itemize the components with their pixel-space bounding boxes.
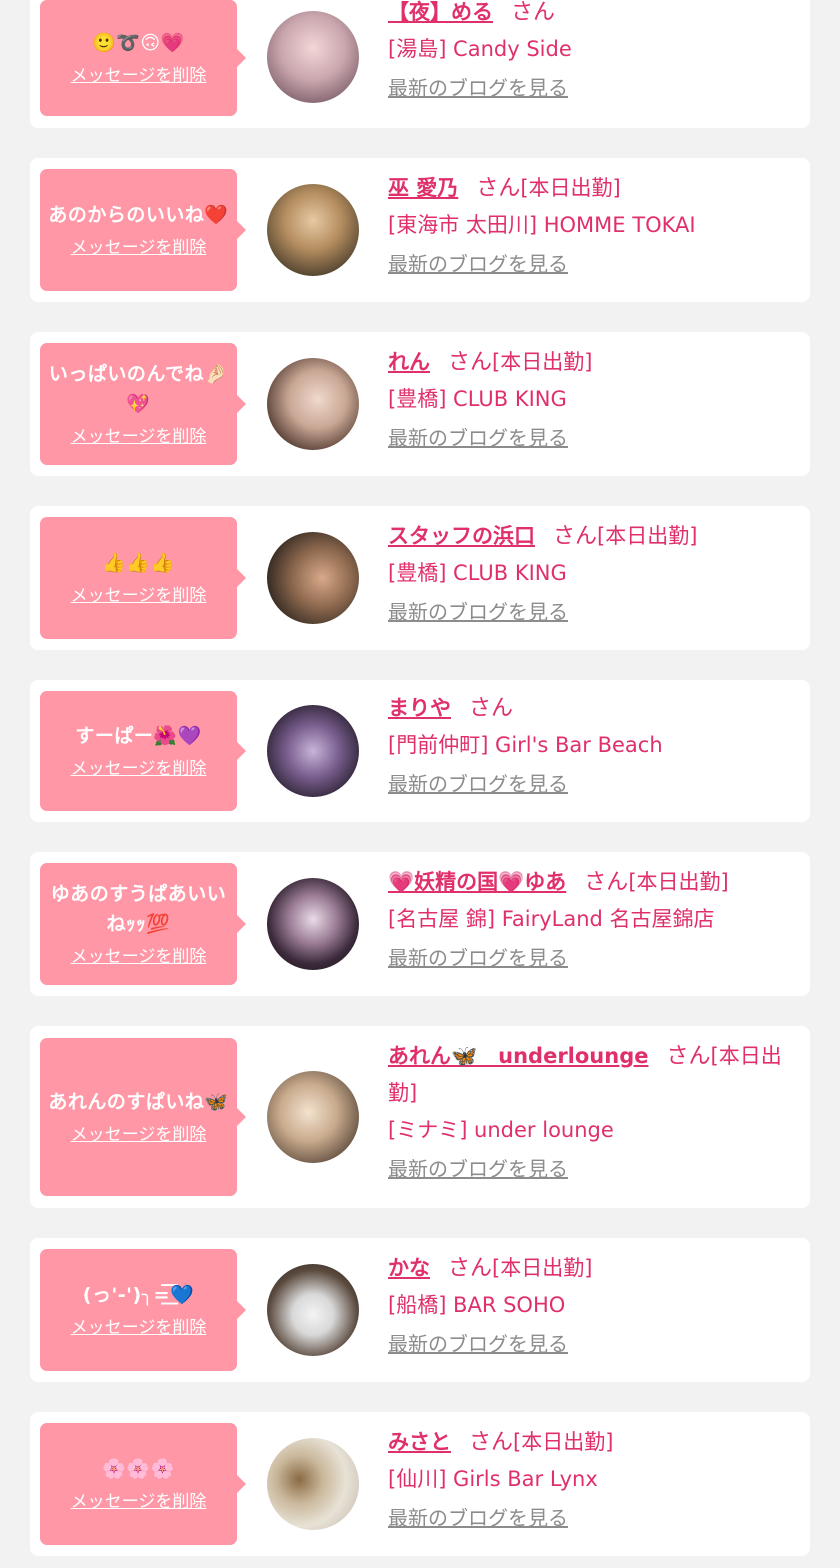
honorific: さん xyxy=(469,696,514,721)
avatar[interactable] xyxy=(267,878,359,970)
honorific: さん xyxy=(469,1430,514,1455)
avatar[interactable] xyxy=(267,1264,359,1356)
list-item: あれんのすぱいね🦋 メッセージを削除 あれん🦋 underlounge さん[本日… xyxy=(30,1026,810,1208)
delete-message-link[interactable]: メッセージを削除 xyxy=(71,945,207,969)
honorific: さん xyxy=(666,1044,711,1069)
latest-blog-link[interactable]: 最新のブログを見る xyxy=(388,249,798,279)
shop-name: [豊橋] CLUB KING xyxy=(388,561,567,585)
message-text: あのからのいいね❤️ xyxy=(48,204,229,226)
avatar[interactable] xyxy=(267,1438,359,1530)
message-bubble: 👍👍👍 メッセージを削除 xyxy=(40,517,246,639)
honorific: さん xyxy=(553,524,598,549)
latest-blog-link[interactable]: 最新のブログを見る xyxy=(388,597,798,627)
list-item: 🌸🌸🌸 メッセージを削除 みさと さん[本日出勤] [仙川] Girls Bar … xyxy=(30,1412,810,1556)
status-badge: [本日出勤] xyxy=(520,176,621,200)
latest-blog-link[interactable]: 最新のブログを見る xyxy=(388,1154,798,1184)
list-item: いっぱいのんでね🤌🏻💖 メッセージを削除 れん さん[本日出勤] [豊橋] CLU… xyxy=(30,332,810,476)
shop-name: [ミナミ] under lounge xyxy=(388,1118,614,1142)
status-badge: [本日出勤] xyxy=(628,870,729,894)
list-item: 🙂➰🙃💗 メッセージを削除 【夜】める さん [湯島] Candy Side 最新… xyxy=(30,0,810,128)
shop-name: [船橋] BAR SOHO xyxy=(388,1293,566,1317)
user-name-link[interactable]: 💗妖精の国💗ゆあ xyxy=(388,870,566,894)
delete-message-link[interactable]: メッセージを削除 xyxy=(71,1123,207,1147)
latest-blog-link[interactable]: 最新のブログを見る xyxy=(388,73,798,103)
list-item: ゆあのすうぱあいいねｯｯ💯 メッセージを削除 💗妖精の国💗ゆあ さん[本日出勤] … xyxy=(30,852,810,996)
shop-name: [東海市 太田川] HOMME TOKAI xyxy=(388,213,696,237)
status-badge: [本日出勤] xyxy=(597,524,698,548)
delete-message-link[interactable]: メッセージを削除 xyxy=(71,757,207,781)
latest-blog-link[interactable]: 最新のブログを見る xyxy=(388,423,798,453)
status-badge: [本日出勤] xyxy=(492,1256,593,1280)
delete-message-link[interactable]: メッセージを削除 xyxy=(71,64,207,88)
user-name-link[interactable]: スタッフの浜口 xyxy=(388,524,535,548)
latest-blog-link[interactable]: 最新のブログを見る xyxy=(388,943,798,973)
latest-blog-link[interactable]: 最新のブログを見る xyxy=(388,769,798,799)
delete-message-link[interactable]: メッセージを削除 xyxy=(71,584,207,608)
message-text: ゆあのすうぱあいいねｯｯ💯 xyxy=(50,883,227,935)
message-text: いっぱいのんでね🤌🏻💖 xyxy=(48,363,229,415)
message-bubble: すーぱー🌺💜 メッセージを削除 xyxy=(40,691,246,811)
avatar[interactable] xyxy=(267,358,359,450)
honorific: さん xyxy=(448,350,493,375)
user-name-link[interactable]: れん xyxy=(388,350,430,374)
delete-message-link[interactable]: メッセージを削除 xyxy=(71,236,207,260)
message-text: あれんのすぱいね🦋 xyxy=(48,1091,229,1113)
honorific: さん xyxy=(584,870,629,895)
message-bubble: 🌸🌸🌸 メッセージを削除 xyxy=(40,1423,246,1545)
latest-blog-link[interactable]: 最新のブログを見る xyxy=(388,1503,798,1533)
honorific: さん xyxy=(476,176,521,201)
message-text: (っ'-')╮=͟͟͞͞💙 xyxy=(82,1284,195,1306)
shop-name: [門前仲町] Girl's Bar Beach xyxy=(388,733,663,757)
avatar[interactable] xyxy=(267,184,359,276)
avatar[interactable] xyxy=(267,11,359,103)
delete-message-link[interactable]: メッセージを削除 xyxy=(71,1316,207,1340)
avatar[interactable] xyxy=(267,705,359,797)
user-name-link[interactable]: かな xyxy=(388,1256,430,1280)
list-item: あのからのいいね❤️ メッセージを削除 巫 愛乃 さん[本日出勤] [東海市 太田… xyxy=(30,158,810,302)
honorific: さん xyxy=(511,0,556,25)
shop-name: [仙川] Girls Bar Lynx xyxy=(388,1467,598,1491)
message-bubble: (っ'-')╮=͟͟͞͞💙 メッセージを削除 xyxy=(40,1249,246,1371)
user-name-link[interactable]: まりや xyxy=(388,696,451,720)
user-name-link[interactable]: みさと xyxy=(388,1430,451,1454)
message-bubble: 🙂➰🙃💗 メッセージを削除 xyxy=(40,0,246,116)
message-text: 👍👍👍 xyxy=(102,552,175,574)
status-badge: [本日出勤] xyxy=(492,350,593,374)
status-badge: [本日出勤] xyxy=(513,1430,614,1454)
list-item: 👍👍👍 メッセージを削除 スタッフの浜口 さん[本日出勤] [豊橋] CLUB K… xyxy=(30,506,810,650)
honorific: さん xyxy=(448,1256,493,1281)
message-text: すーぱー🌺💜 xyxy=(75,725,202,747)
list-item: すーぱー🌺💜 メッセージを削除 まりや さん [門前仲町] Girl's Bar … xyxy=(30,680,810,822)
delete-message-link[interactable]: メッセージを削除 xyxy=(71,1490,207,1514)
user-name-link[interactable]: 巫 愛乃 xyxy=(388,176,458,200)
latest-blog-link[interactable]: 最新のブログを見る xyxy=(388,1329,798,1359)
avatar[interactable] xyxy=(267,1071,359,1163)
message-bubble: ゆあのすうぱあいいねｯｯ💯 メッセージを削除 xyxy=(40,863,246,985)
user-name-link[interactable]: あれん🦋 underlounge xyxy=(388,1044,648,1068)
shop-name: [湯島] Candy Side xyxy=(388,37,572,61)
delete-message-link[interactable]: メッセージを削除 xyxy=(71,425,207,449)
shop-name: [名古屋 錦] FairyLand 名古屋錦店 xyxy=(388,907,715,931)
message-bubble: あのからのいいね❤️ メッセージを削除 xyxy=(40,169,246,291)
avatar[interactable] xyxy=(267,532,359,624)
message-bubble: あれんのすぱいね🦋 メッセージを削除 xyxy=(40,1038,246,1196)
message-text: 🙂➰🙃💗 xyxy=(92,32,185,54)
message-bubble: いっぱいのんでね🤌🏻💖 メッセージを削除 xyxy=(40,343,246,465)
shop-name: [豊橋] CLUB KING xyxy=(388,387,567,411)
message-text: 🌸🌸🌸 xyxy=(102,1458,175,1480)
user-name-link[interactable]: 【夜】める xyxy=(388,0,493,24)
list-item: (っ'-')╮=͟͟͞͞💙 メッセージを削除 かな さん[本日出勤] [船橋] B… xyxy=(30,1238,810,1382)
